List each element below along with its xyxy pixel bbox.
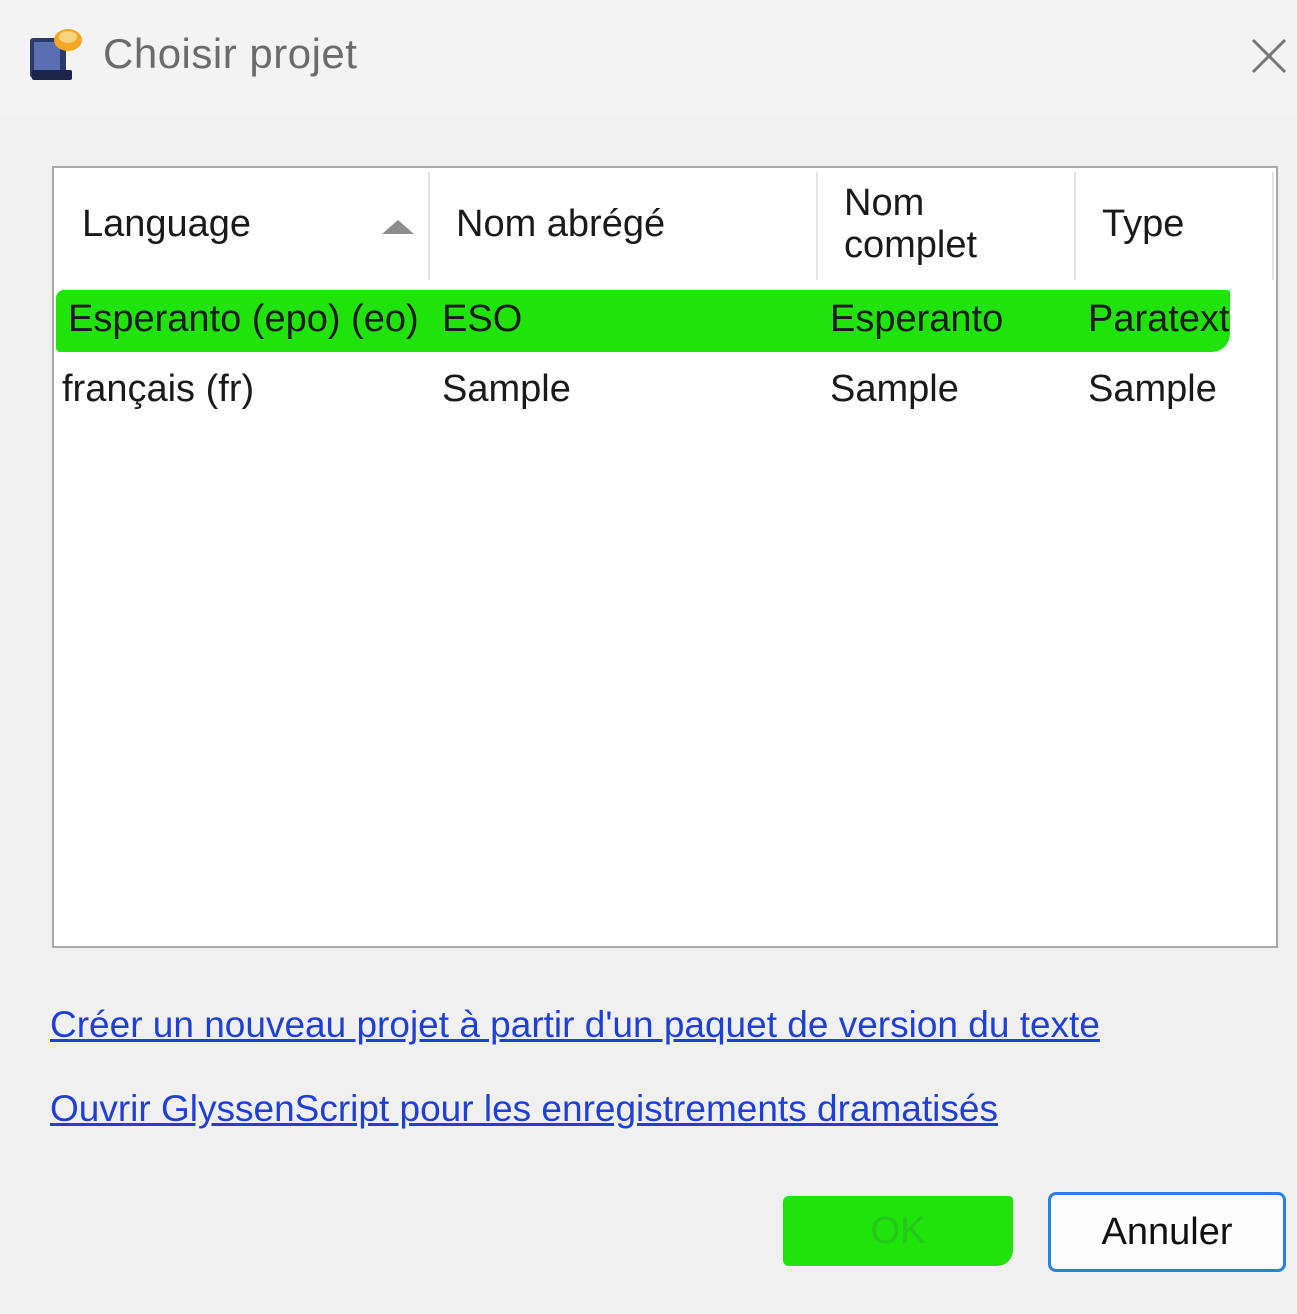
column-header-language[interactable]: Language bbox=[82, 168, 422, 280]
title-bar: Choisir projet bbox=[0, 0, 1297, 115]
column-header-full-name[interactable]: Nom complet bbox=[844, 168, 1074, 280]
app-icon bbox=[28, 26, 84, 84]
column-separator[interactable] bbox=[1272, 172, 1274, 280]
cell-full-name: Sample bbox=[830, 367, 959, 410]
cell-short-name: ESO bbox=[442, 297, 523, 340]
open-glyssenscript-link[interactable]: Ouvrir GlyssenScript pour les enregistre… bbox=[50, 1088, 998, 1130]
cell-language: Esperanto (epo) (eo) bbox=[68, 297, 419, 340]
cell-language: français (fr) bbox=[62, 367, 255, 410]
column-header-type[interactable]: Type bbox=[1102, 168, 1272, 280]
window-title: Choisir projet bbox=[103, 30, 358, 77]
cancel-button[interactable]: Annuler bbox=[1048, 1192, 1286, 1272]
cell-type: Paratext bbox=[1088, 297, 1230, 340]
cell-short-name: Sample bbox=[442, 367, 571, 410]
column-separator[interactable] bbox=[428, 172, 430, 280]
column-header-label: Language bbox=[82, 202, 252, 245]
close-button[interactable] bbox=[1244, 26, 1294, 86]
column-header-label: complet bbox=[844, 224, 978, 266]
table-row[interactable]: français (fr) Sample Sample Sample bbox=[54, 356, 1276, 422]
create-project-link[interactable]: Créer un nouveau projet à partir d'un pa… bbox=[50, 1004, 1100, 1046]
close-icon bbox=[1251, 38, 1287, 74]
column-header-label: Nom abrégé bbox=[456, 202, 666, 245]
list-header: Language Nom abrégé Nom complet Type bbox=[54, 168, 1276, 280]
column-header-label: Type bbox=[1102, 202, 1185, 245]
ok-button[interactable]: OK bbox=[783, 1196, 1013, 1266]
cell-full-name: Esperanto bbox=[830, 297, 1004, 340]
cell-type: Sample bbox=[1088, 367, 1217, 410]
column-separator[interactable] bbox=[816, 172, 818, 280]
column-header-label: Nom bbox=[844, 182, 925, 224]
column-header-short-name[interactable]: Nom abrégé bbox=[456, 168, 816, 280]
column-separator[interactable] bbox=[1074, 172, 1076, 280]
project-list[interactable]: Language Nom abrégé Nom complet Type Esp… bbox=[52, 166, 1278, 948]
table-row[interactable]: Esperanto (epo) (eo) ESO Esperanto Parat… bbox=[54, 286, 1276, 352]
sort-ascending-icon bbox=[382, 220, 414, 234]
